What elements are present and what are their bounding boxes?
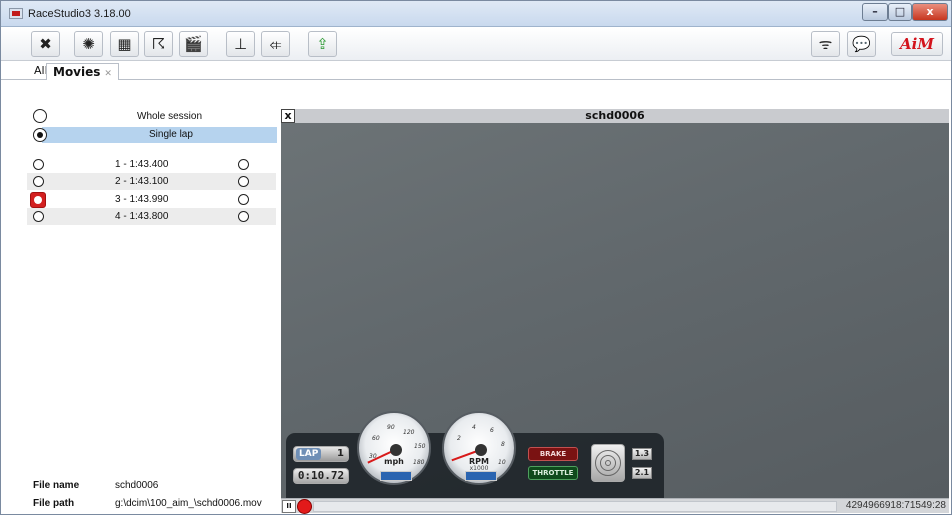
export-icon: ⇪ bbox=[316, 35, 329, 53]
tick-label: 8 bbox=[501, 441, 505, 448]
gauge-hub bbox=[475, 444, 487, 456]
speed-readout-window bbox=[380, 471, 412, 481]
lap-row[interactable]: 3 - 1:43.990 bbox=[27, 191, 276, 208]
dashboard-icon: ▦ bbox=[117, 35, 132, 53]
window-title: RaceStudio3 3.18.00 bbox=[28, 8, 131, 20]
close-video-button[interactable]: x bbox=[281, 109, 295, 123]
lap-radio[interactable] bbox=[33, 176, 44, 187]
tick-label: 120 bbox=[403, 429, 415, 436]
lap-counter: LAP 1 bbox=[293, 446, 349, 462]
lap-radio-selected[interactable] bbox=[30, 192, 46, 208]
rpm-gauge: 2 4 6 8 10 RPM x1000 bbox=[442, 411, 516, 485]
tick-label: 6 bbox=[490, 427, 494, 434]
track-manager-button[interactable]: ☈ bbox=[144, 31, 173, 57]
file-name-label: File name bbox=[33, 480, 80, 491]
gauge-hub bbox=[390, 444, 402, 456]
title-bar: RaceStudio3 3.18.00 – □ x bbox=[1, 1, 951, 27]
lap-compare-radio[interactable] bbox=[238, 176, 249, 187]
speed-unit: mph bbox=[384, 457, 404, 466]
video-title: schd0006 bbox=[585, 109, 645, 122]
file-path-label: File path bbox=[33, 498, 75, 509]
whole-session-label: Whole session bbox=[137, 111, 203, 122]
file-name-value: schd0006 bbox=[115, 480, 159, 491]
app-window: RaceStudio3 3.18.00 – □ x ✖ ✺ ▦ ☈ 🎬 ⊥ ⤂ … bbox=[0, 0, 952, 515]
brake-indicator: BRAKE bbox=[528, 447, 578, 461]
lap-selection-panel: Whole session Single lap 1 - 1:43.400 2 … bbox=[27, 81, 277, 513]
tick-label: 60 bbox=[372, 435, 380, 442]
device-config-button[interactable]: ✺ bbox=[74, 31, 103, 57]
rpm-readout-window bbox=[465, 471, 497, 481]
lap-compare-radio[interactable] bbox=[238, 211, 249, 222]
maximize-button[interactable]: □ bbox=[888, 3, 912, 21]
file-path-value: g:\dcim\100_aim_\schd0006.mov bbox=[115, 498, 262, 509]
wrench-icon: ✖ bbox=[39, 35, 52, 53]
single-lap-label: Single lap bbox=[149, 129, 193, 140]
gforce-target-icon bbox=[591, 444, 625, 482]
gforce-lateral: 1.3 bbox=[632, 448, 652, 460]
connect-icon: ⤂ bbox=[269, 35, 282, 53]
engine-icon: ✺ bbox=[82, 35, 95, 53]
lap-label: 3 - 1:43.990 bbox=[115, 194, 169, 205]
lap-label: 4 - 1:43.800 bbox=[115, 211, 169, 222]
toolbar: ✖ ✺ ▦ ☈ 🎬 ⊥ ⤂ ⇪ ᯤ 💬 AiM bbox=[1, 28, 951, 61]
video-header: schd0006 x bbox=[281, 109, 949, 123]
seek-track[interactable] bbox=[313, 501, 837, 512]
tick-label: 2 bbox=[457, 435, 461, 442]
aim-logo[interactable]: AiM bbox=[891, 32, 943, 56]
lap-row[interactable]: 2 - 1:43.100 bbox=[27, 173, 276, 190]
close-button[interactable]: x bbox=[912, 3, 948, 21]
movie-clapper-icon: 🎬 bbox=[184, 35, 203, 53]
chat-icon: 💬 bbox=[852, 35, 871, 53]
whole-session-radio[interactable] bbox=[33, 109, 47, 123]
lap-time: 0:10.72 bbox=[293, 468, 349, 484]
app-icon bbox=[9, 8, 23, 19]
telemetry-overlay: LAP 1 0:10.72 30 60 90 120 150 180 mph 2… bbox=[286, 411, 664, 498]
tab-bar: All Movies ✕ bbox=[1, 62, 951, 80]
wifi-button[interactable]: ᯤ bbox=[811, 31, 840, 57]
lap-radio[interactable] bbox=[33, 159, 44, 170]
lap-compare-radio[interactable] bbox=[238, 194, 249, 205]
tab-movies-label: Movies bbox=[53, 65, 101, 79]
lap-row[interactable]: 1 - 1:43.400 bbox=[27, 156, 276, 173]
download-button[interactable]: ⊥ bbox=[226, 31, 255, 57]
lap-row[interactable]: 4 - 1:43.800 bbox=[27, 208, 276, 225]
playback-position: 4294966918:71549:28 bbox=[845, 500, 946, 511]
throttle-indicator: THROTTLE bbox=[528, 466, 578, 480]
wifi-icon: ᯤ bbox=[818, 35, 833, 53]
lap-number: 1 bbox=[337, 448, 344, 459]
playback-bar: II 4294966918:71549:28 bbox=[281, 498, 949, 514]
movies-button[interactable]: 🎬 bbox=[179, 31, 208, 57]
tick-label: 4 bbox=[472, 424, 476, 431]
track-map-icon: ☈ bbox=[151, 35, 166, 53]
lap-compare-radio[interactable] bbox=[238, 159, 249, 170]
pause-button[interactable]: II bbox=[282, 500, 296, 513]
lap-tag: LAP bbox=[296, 448, 322, 460]
minimize-button[interactable]: – bbox=[862, 3, 888, 21]
tick-label: 150 bbox=[414, 443, 426, 450]
tick-label: 90 bbox=[387, 424, 395, 431]
chat-button[interactable]: 💬 bbox=[847, 31, 876, 57]
playhead-record-icon[interactable] bbox=[297, 499, 312, 514]
speed-gauge: 30 60 90 120 150 180 mph bbox=[357, 411, 431, 485]
gforce-longitudinal: 2.1 bbox=[632, 467, 652, 479]
download-icon: ⊥ bbox=[233, 35, 248, 53]
lap-label: 1 - 1:43.400 bbox=[115, 159, 169, 170]
export-button[interactable]: ⇪ bbox=[308, 31, 337, 57]
connect-button[interactable]: ⤂ bbox=[261, 31, 290, 57]
lap-label: 2 - 1:43.100 bbox=[115, 176, 169, 187]
single-lap-radio[interactable] bbox=[33, 128, 47, 142]
tab-close-icon[interactable]: ✕ bbox=[104, 69, 112, 79]
lap-radio[interactable] bbox=[33, 211, 44, 222]
dashboard-button[interactable]: ▦ bbox=[110, 31, 139, 57]
tab-movies[interactable]: Movies ✕ bbox=[46, 63, 119, 80]
settings-wrench-button[interactable]: ✖ bbox=[31, 31, 60, 57]
